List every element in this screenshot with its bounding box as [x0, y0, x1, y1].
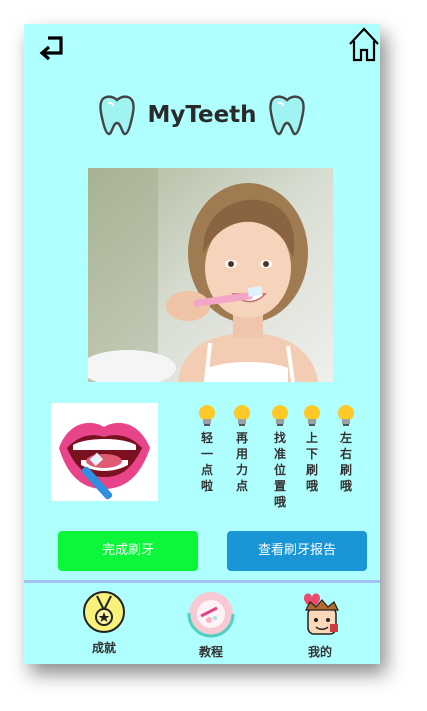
lightbulb-icon: [338, 405, 354, 426]
open-mouth-toothbrush-illustration: [51, 403, 158, 501]
girl-brushing-teeth-photo: [88, 168, 333, 382]
tutorial-icon: [187, 590, 235, 638]
return-arrow-icon: [39, 36, 63, 61]
tab-achievements[interactable]: 成就: [69, 590, 139, 656]
tip-item: 左右刷哦: [335, 404, 357, 494]
bottom-tab-bar: 成就 教程 我的: [24, 584, 380, 664]
tip-item: 上下刷哦: [301, 404, 323, 494]
tab-label: 成就: [91, 641, 116, 655]
tip-item: 再用力点: [231, 404, 253, 494]
lightbulb-icon: [304, 405, 320, 426]
home-icon: [349, 27, 379, 62]
tooth-icon: [268, 95, 305, 136]
tip-text: 轻一点啦: [200, 431, 213, 493]
profile-avatar-icon: [304, 593, 339, 635]
back-button[interactable]: [38, 34, 68, 62]
app-screen: MyTeeth 轻一点啦 再用力点 找准位置哦 上下刷哦 左右刷哦 完成刷牙 查…: [24, 24, 380, 664]
lightbulb-icon: [234, 405, 250, 426]
tabbar-divider: [24, 580, 380, 583]
app-brand: MyTeeth: [24, 94, 380, 142]
lightbulb-icon: [199, 405, 215, 426]
tab-label: 我的: [307, 645, 332, 659]
tip-text: 再用力点: [235, 431, 248, 493]
view-report-button[interactable]: 查看刷牙报告: [227, 531, 367, 571]
tab-label: 教程: [198, 645, 223, 659]
tip-text: 找准位置哦: [273, 431, 286, 509]
finish-brushing-button[interactable]: 完成刷牙: [58, 531, 198, 571]
medal-icon: [83, 591, 125, 633]
tip-item: 轻一点啦: [196, 404, 218, 494]
tooth-icon: [99, 95, 136, 136]
tip-item: 找准位置哦: [269, 404, 291, 510]
app-title: MyTeeth: [147, 102, 257, 128]
tip-text: 左右刷哦: [339, 431, 352, 493]
tab-tutorial[interactable]: 教程: [176, 590, 246, 660]
tab-profile[interactable]: 我的: [285, 590, 355, 660]
lightbulb-icon: [272, 405, 288, 426]
home-button[interactable]: [348, 26, 380, 62]
tip-text: 上下刷哦: [305, 431, 318, 493]
